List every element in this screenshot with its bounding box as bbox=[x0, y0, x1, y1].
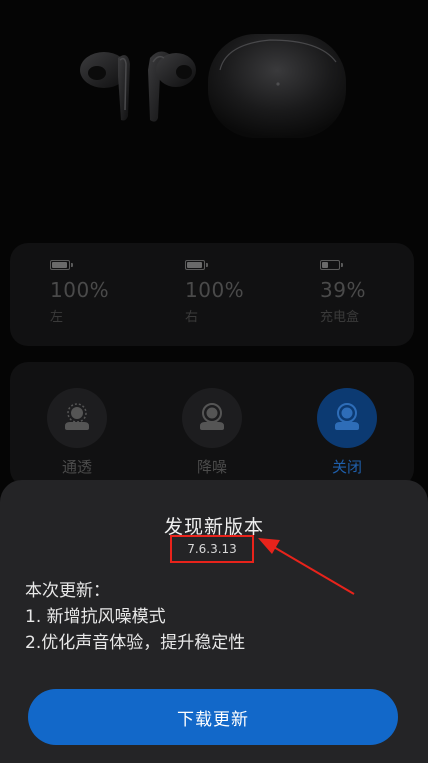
charging-case bbox=[208, 34, 346, 138]
battery-fill bbox=[52, 262, 67, 268]
mode-off[interactable]: 关闭 bbox=[307, 388, 387, 477]
anc-off-icon bbox=[335, 403, 359, 430]
update-sheet: 发现新版本 7.6.3.13 本次更新： 1. 新增抗风噪模式 2.优化声音体验… bbox=[0, 480, 428, 763]
right-earbud bbox=[148, 51, 196, 122]
battery-fill bbox=[187, 262, 202, 268]
mode-label: 降噪 bbox=[196, 458, 227, 476]
note-item: 1. 新增抗风噪模式 bbox=[25, 607, 166, 627]
battery-icon bbox=[320, 260, 343, 270]
note-item: 2.优化声音体验，提升稳定性 bbox=[25, 633, 246, 653]
transparency-icon bbox=[65, 403, 89, 430]
battery-icon bbox=[50, 260, 73, 270]
mode-label: 关闭 bbox=[331, 458, 362, 476]
mode-button[interactable] bbox=[47, 388, 107, 448]
notes-title: 本次更新： bbox=[25, 581, 110, 601]
noise-cancel-icon bbox=[200, 403, 224, 430]
mode-button[interactable] bbox=[317, 388, 377, 448]
battery-percent: 100% bbox=[185, 278, 245, 302]
mode-label: 通透 bbox=[61, 458, 92, 476]
mode-transparency[interactable]: 通透 bbox=[37, 388, 117, 477]
release-notes: 本次更新： 1. 新增抗风噪模式 2.优化声音体验，提升稳定性 bbox=[25, 578, 405, 656]
battery-label: 右 bbox=[185, 310, 199, 325]
version-label: 7.6.3.13 bbox=[170, 535, 254, 563]
earbuds-illustration bbox=[80, 34, 346, 138]
battery-panel: 100% 左 100% 右 39% 充电盒 bbox=[10, 243, 414, 346]
battery-percent: 100% bbox=[50, 278, 110, 302]
battery-case: 39% 充电盒 bbox=[320, 260, 428, 325]
battery-label: 左 bbox=[50, 310, 64, 325]
battery-icon bbox=[185, 260, 208, 270]
product-image bbox=[0, 0, 428, 230]
battery-fill bbox=[322, 262, 328, 268]
battery-right: 100% 右 bbox=[185, 260, 305, 325]
battery-left: 100% 左 bbox=[50, 260, 170, 325]
left-earbud bbox=[80, 52, 130, 121]
noise-mode-panel: 通透 降噪 关闭 bbox=[10, 362, 414, 487]
app-screen: 100% 左 100% 右 39% 充电盒 通透 降噪 关闭 发现新版本 7.6… bbox=[0, 0, 428, 763]
download-update-button[interactable]: 下载更新 bbox=[28, 689, 398, 745]
mode-button[interactable] bbox=[182, 388, 242, 448]
mode-noise-cancel[interactable]: 降噪 bbox=[172, 388, 252, 477]
battery-percent: 39% bbox=[320, 278, 366, 302]
battery-label: 充电盒 bbox=[320, 310, 360, 325]
